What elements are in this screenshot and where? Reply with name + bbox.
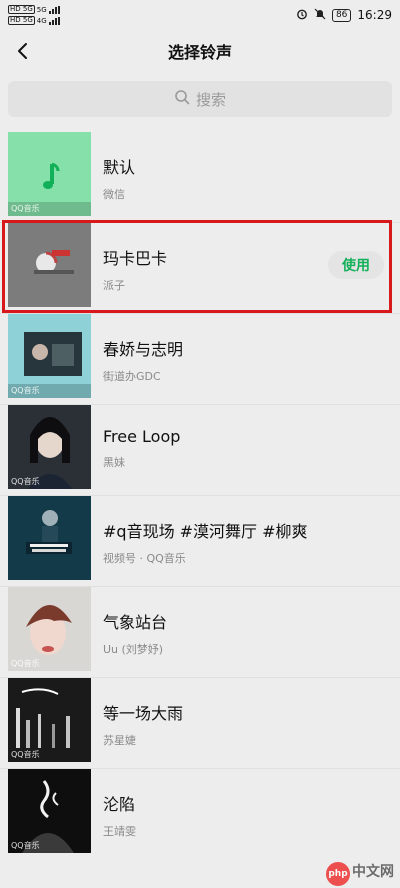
use-button[interactable]: 使用 (328, 251, 384, 279)
ringtone-list: QQ音乐 默认 微信 玛卡巴卡 派子 使用 QQ音乐 春娇与志明 街道办GDC … (0, 132, 400, 888)
ringtone-name: 默认 (103, 158, 136, 177)
ringtone-source: 派子 (103, 279, 125, 292)
ringtone-source: Uu (刘梦妤) (103, 643, 164, 656)
ringtone-name: 气象站台 (103, 613, 168, 632)
source-label: QQ音乐 (11, 386, 40, 395)
ringtone-name: 沦陷 (103, 795, 136, 814)
signal-bars-icon (48, 5, 60, 14)
ringtone-source: 视频号 · QQ音乐 (103, 552, 186, 565)
ringtone-source: 苏星婕 (103, 734, 136, 747)
sim-indicators: HD 5G 5G HD 5G 4G (8, 5, 60, 26)
ringtone-source: 微信 (103, 188, 125, 201)
source-label: QQ音乐 (11, 659, 40, 668)
watermark-logo: php 中文网 (326, 861, 394, 886)
album-cover: QQ音乐 (8, 587, 91, 671)
signal-type-1: 5G (36, 5, 47, 14)
album-cover: QQ音乐 (8, 314, 91, 398)
sim1-badge: HD 5G (8, 5, 35, 14)
album-cover (8, 496, 91, 580)
ringtone-source: 黑妹 (103, 456, 125, 469)
list-item[interactable]: QQ音乐 默认 微信 (0, 132, 400, 223)
ringtone-name: 等一场大雨 (103, 704, 184, 723)
list-item[interactable]: QQ音乐 春娇与志明 街道办GDC (0, 314, 400, 405)
album-cover: QQ音乐 (8, 132, 91, 216)
source-label: QQ音乐 (11, 204, 40, 213)
back-arrow-icon[interactable] (6, 34, 40, 68)
source-label: QQ音乐 (11, 750, 40, 759)
source-label: QQ音乐 (11, 477, 40, 486)
ringtone-name: 春娇与志明 (103, 340, 184, 359)
header: 选择铃声 (0, 30, 400, 72)
list-item[interactable]: QQ音乐 Free Loop 黑妹 (0, 405, 400, 496)
sim2-badge: HD 5G (8, 16, 35, 25)
battery-icon: 86 (331, 8, 352, 22)
ringtone-source: 街道办GDC (103, 370, 161, 383)
list-item-selected[interactable]: 玛卡巴卡 派子 使用 (0, 223, 400, 314)
video-cover-icon (8, 223, 91, 307)
alarm-icon (296, 8, 308, 23)
album-cover (8, 223, 91, 307)
signal-bars-icon (48, 16, 60, 25)
php-badge: php (326, 862, 350, 886)
ringtone-name: #q音现场 #漠河舞厅 #柳爽 (103, 522, 308, 541)
search-bar[interactable]: 搜索 (8, 81, 392, 117)
source-label: QQ音乐 (11, 841, 40, 850)
mute-icon (314, 8, 326, 23)
clock: 16:29 (357, 8, 392, 22)
search-placeholder: 搜索 (195, 90, 226, 109)
page-title: 选择铃声 (167, 43, 232, 62)
album-cover: QQ音乐 (8, 405, 91, 489)
status-bar: HD 5G 5G HD 5G 4G 86 16:29 (0, 0, 400, 30)
watermark-text: 中文网 (352, 864, 394, 880)
list-item[interactable]: #q音现场 #漠河舞厅 #柳爽 视频号 · QQ音乐 (0, 496, 400, 587)
list-item[interactable]: QQ音乐 等一场大雨 苏星婕 (0, 678, 400, 769)
ringtone-name: Free Loop (103, 427, 181, 446)
album-cover: QQ音乐 (8, 678, 91, 762)
ringtone-source: 王靖雯 (103, 825, 136, 838)
search-icon (174, 89, 190, 109)
list-item[interactable]: QQ音乐 气象站台 Uu (刘梦妤) (0, 587, 400, 678)
signal-type-2: 4G (36, 16, 47, 25)
list-item[interactable]: QQ音乐 沦陷 王靖雯 (0, 769, 400, 860)
album-cover: QQ音乐 (8, 769, 91, 853)
